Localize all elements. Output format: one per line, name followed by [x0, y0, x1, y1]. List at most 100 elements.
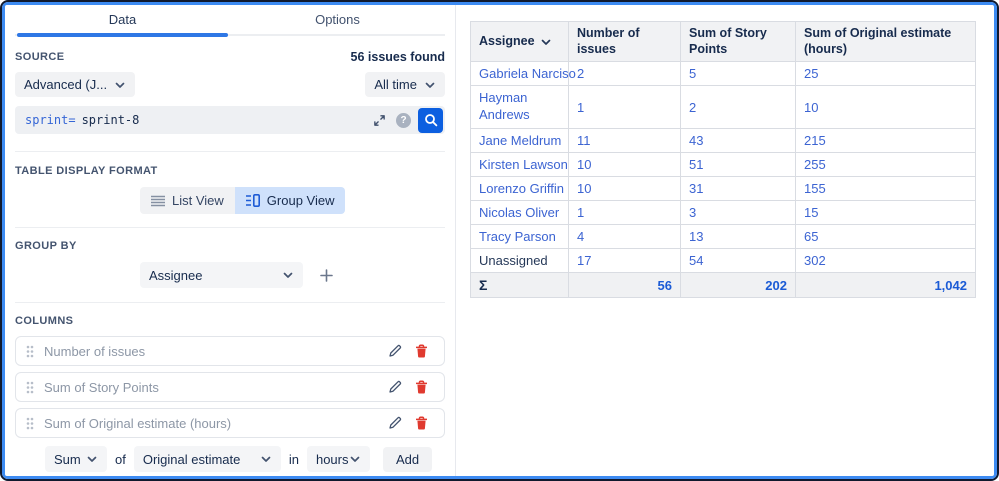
search-button[interactable] [418, 108, 443, 133]
time-range-dropdown[interactable]: All time [365, 72, 445, 97]
column-name: Sum of Story Points [44, 380, 382, 395]
edit-column-button[interactable] [382, 339, 408, 363]
columns-section-label: COLUMNS [15, 315, 445, 327]
total-issues: 56 [569, 273, 681, 298]
header-number-of-issues[interactable]: Number of issues [569, 22, 681, 62]
assignee-link[interactable]: Hayman Andrews [471, 86, 569, 129]
issues-count-link[interactable]: 4 [569, 225, 681, 249]
story-points-link[interactable]: 3 [681, 201, 796, 225]
table-row: Lorenzo Griffin 10 31 155 [471, 177, 976, 201]
column-row: Number of issues [15, 336, 445, 366]
trash-icon [415, 344, 428, 358]
story-points-link[interactable]: 31 [681, 177, 796, 201]
expand-icon[interactable] [369, 108, 389, 132]
display-format-label: TABLE DISPLAY FORMAT [15, 165, 445, 177]
unit-select[interactable]: hours [307, 446, 370, 472]
estimate-link[interactable]: 25 [796, 62, 976, 86]
source-section-label: SOURCE [15, 51, 64, 63]
issues-count-link[interactable]: 1 [569, 201, 681, 225]
group-view-button[interactable]: Group View [235, 187, 346, 214]
window-frame: Data Options SOURCE 56 issues found Adva… [0, 0, 999, 481]
edit-column-button[interactable] [382, 375, 408, 399]
drag-handle-icon[interactable] [26, 345, 34, 358]
story-points-link[interactable]: 2 [681, 86, 796, 129]
issues-count-link[interactable]: 11 [569, 129, 681, 153]
list-view-button[interactable]: List View [140, 187, 235, 214]
header-sum-story-points[interactable]: Sum of Story Points [681, 22, 796, 62]
jql-keyword: sprint= [25, 113, 76, 127]
issues-count-link[interactable]: 2 [569, 62, 681, 86]
story-points-link[interactable]: 5 [681, 62, 796, 86]
estimate-link[interactable]: 302 [796, 249, 976, 273]
story-points-link[interactable]: 51 [681, 153, 796, 177]
table-row: Jane Meldrum 11 43 215 [471, 129, 976, 153]
table-row: Hayman Andrews 1 2 10 [471, 86, 976, 129]
header-assignee[interactable]: Assignee [471, 22, 569, 62]
header-assignee-label: Assignee [479, 34, 535, 50]
issues-count-link[interactable]: 1 [569, 86, 681, 129]
table-header-row: Assignee Number of issues Sum of Story P… [471, 22, 976, 62]
sigma-symbol: Σ [471, 273, 569, 298]
table-row: Nicolas Oliver 1 3 15 [471, 201, 976, 225]
total-estimate: 1,042 [796, 273, 976, 298]
chevron-down-icon [349, 453, 361, 465]
estimate-link[interactable]: 255 [796, 153, 976, 177]
tab-options[interactable]: Options [230, 5, 445, 34]
delete-column-button[interactable] [408, 375, 434, 399]
estimate-link[interactable]: 15 [796, 201, 976, 225]
column-name: Number of issues [44, 344, 382, 359]
assignee-link[interactable]: Tracy Parson [471, 225, 569, 249]
source-type-dropdown[interactable]: Advanced (J... [15, 72, 135, 97]
delete-column-button[interactable] [408, 411, 434, 435]
assignee-link[interactable]: Lorenzo Griffin [471, 177, 569, 201]
edit-column-button[interactable] [382, 411, 408, 435]
estimate-link[interactable]: 10 [796, 86, 976, 129]
field-select[interactable]: Original estimate [134, 446, 281, 472]
tab-bar: Data Options [15, 5, 445, 36]
group-by-value: Assignee [149, 268, 202, 283]
issues-count-link[interactable]: 10 [569, 153, 681, 177]
divider [15, 302, 445, 303]
issues-count-link[interactable]: 17 [569, 249, 681, 273]
estimate-link[interactable]: 65 [796, 225, 976, 249]
add-column-button[interactable]: Add [383, 447, 432, 472]
builder-in-text: in [289, 452, 299, 467]
chevron-down-icon [282, 269, 294, 281]
unit-value: hours [316, 452, 349, 467]
header-sum-original-estimate[interactable]: Sum of Original estimate (hours) [796, 22, 976, 62]
divider [15, 227, 445, 228]
pencil-icon [388, 380, 402, 394]
table-row: Unassigned 17 54 302 [471, 249, 976, 273]
estimate-link[interactable]: 215 [796, 129, 976, 153]
story-points-link[interactable]: 13 [681, 225, 796, 249]
trash-icon [415, 416, 428, 430]
story-points-link[interactable]: 54 [681, 249, 796, 273]
delete-column-button[interactable] [408, 339, 434, 363]
tab-data[interactable]: Data [15, 5, 230, 34]
estimate-link[interactable]: 155 [796, 177, 976, 201]
drag-handle-icon[interactable] [26, 417, 34, 430]
add-group-button[interactable] [313, 263, 339, 287]
group-by-select[interactable]: Assignee [140, 262, 303, 288]
results-table: Assignee Number of issues Sum of Story P… [470, 21, 976, 298]
macro-body: Data Options SOURCE 56 issues found Adva… [2, 2, 997, 479]
assignee-link[interactable]: Nicolas Oliver [471, 201, 569, 225]
add-column-builder: Sum of Original estimate in hours Add [45, 446, 445, 472]
assignee-link[interactable]: Gabriela Narciso [471, 62, 569, 86]
time-range-value: All time [374, 77, 417, 92]
help-icon[interactable]: ? [396, 113, 411, 128]
drag-handle-icon[interactable] [26, 381, 34, 394]
chevron-down-icon [424, 79, 436, 91]
story-points-link[interactable]: 43 [681, 129, 796, 153]
aggregation-value: Sum [54, 452, 81, 467]
group-by-label: GROUP BY [15, 240, 445, 252]
assignee-link[interactable]: Kirsten Lawson [471, 153, 569, 177]
plus-icon [319, 268, 334, 283]
assignee-unassigned-label: Unassigned [471, 249, 569, 273]
assignee-link[interactable]: Jane Meldrum [471, 129, 569, 153]
jql-query-input[interactable]: sprint=sprint-8 ? [15, 106, 445, 134]
aggregation-select[interactable]: Sum [45, 446, 107, 472]
group-view-icon [246, 194, 260, 207]
results-panel: Assignee Number of issues Sum of Story P… [456, 5, 994, 476]
issues-count-link[interactable]: 10 [569, 177, 681, 201]
